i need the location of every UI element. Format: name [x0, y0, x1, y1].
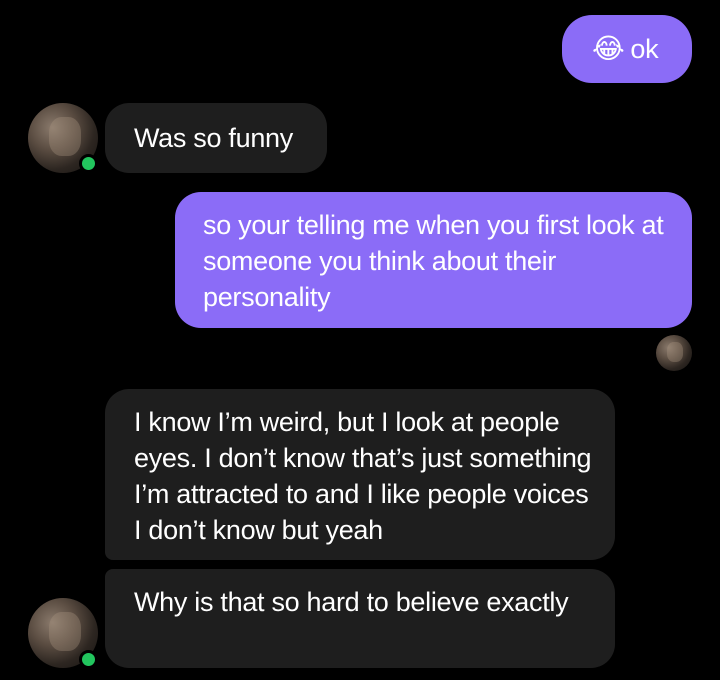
online-status-icon — [79, 154, 98, 173]
message-bubble-incoming[interactable]: Why is that so hard to believe exactly — [105, 569, 615, 668]
message-text: so your telling me when you first look a… — [203, 210, 664, 312]
online-status-icon — [79, 650, 98, 669]
message-bubble-outgoing[interactable]: so your telling me when you first look a… — [175, 192, 692, 328]
message-text: ok — [630, 34, 659, 64]
read-receipt-avatar-icon — [656, 335, 692, 371]
message-bubble-incoming[interactable]: Was so funny — [105, 103, 327, 173]
message-text: I know I’m weird, but I look at people e… — [134, 407, 592, 545]
message-bubble-outgoing[interactable]: 😂 ok — [562, 15, 692, 83]
message-text: Was so funny — [134, 123, 293, 153]
message-text: Why is that so hard to believe exactly — [134, 587, 569, 617]
laughing-emoji-icon: 😂 — [592, 32, 625, 65]
message-bubble-incoming[interactable]: I know I’m weird, but I look at people e… — [105, 389, 615, 560]
